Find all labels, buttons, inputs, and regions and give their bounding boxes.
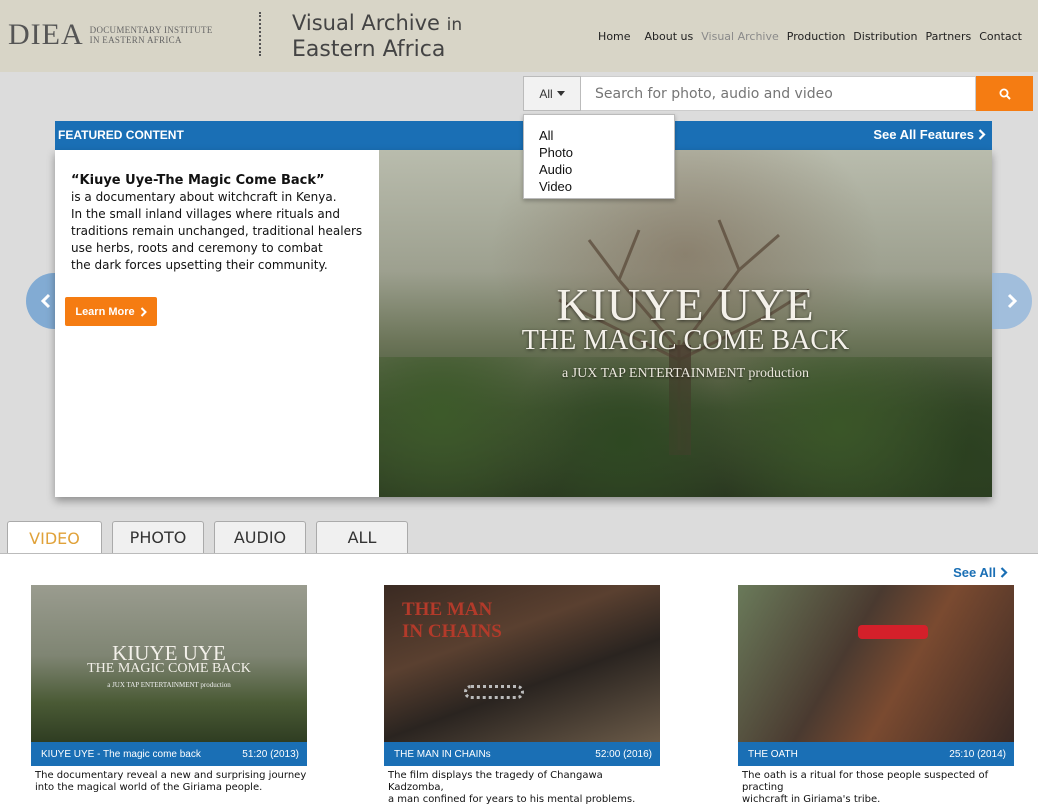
search-input[interactable]: [581, 76, 976, 111]
video-meta: 51:20 (2013): [242, 748, 299, 760]
logo-subtitle: DOCUMENTARY INSTITUTE IN EASTERN AFRICA: [90, 25, 213, 45]
featured-line-3: traditions remain unchanged, traditional…: [71, 224, 363, 238]
featured-section-title: FEATURED CONTENT: [58, 128, 184, 142]
tab-all[interactable]: ALL: [316, 521, 408, 553]
site-title-line1: Visual Archive: [292, 11, 440, 35]
featured-line-1: is a documentary about witchcraft in Ken…: [71, 190, 337, 204]
scope-option-photo[interactable]: Photo: [539, 144, 674, 161]
thumb-poster-credit: a JUX TAP ENTERTAINMENT production: [107, 681, 231, 689]
video-card[interactable]: THE MAN IN CHAINS THE MAN IN CHAINs 52:0…: [384, 585, 660, 805]
diea-logo[interactable]: DIEA DOCUMENTARY INSTITUTE IN EASTERN AF…: [8, 18, 213, 52]
video-title: THE MAN IN CHAINs: [394, 748, 491, 760]
carousel-next-button[interactable]: [992, 273, 1032, 329]
featured-line-4: use herbs, roots and ceremony to combat: [71, 241, 323, 255]
chevron-left-icon: [40, 293, 51, 309]
see-all-link[interactable]: See All: [953, 565, 1008, 580]
thumb-poster-line1: THE MAN: [402, 599, 493, 620]
site-title-line2: Eastern Africa: [292, 37, 446, 62]
nav-home[interactable]: Home: [598, 30, 630, 43]
video-desc-line1: The film displays the tragedy of Changaw…: [388, 770, 603, 793]
video-description: The film displays the tragedy of Changaw…: [384, 770, 660, 805]
thumb-poster-line2: IN CHAINS: [402, 621, 502, 642]
video-caption-bar: KIUYE UYE - The magic come back 51:20 (2…: [31, 742, 307, 766]
blindfold-graphic: [858, 625, 928, 639]
see-all-features-label: See All Features: [873, 127, 974, 142]
thumb-poster-title: THE MAN IN CHAINS: [402, 599, 502, 643]
see-all-label: See All: [953, 565, 996, 580]
poster-subtitle: THE MAGIC COME BACK: [521, 325, 850, 356]
video-card[interactable]: KIUYE UYE THE MAGIC COME BACK a JUX TAP …: [31, 585, 307, 794]
poster-credit: a JUX TAP ENTERTAINMENT production: [561, 366, 810, 381]
learn-more-label: Learn More: [75, 305, 135, 318]
search-scope-select[interactable]: All: [523, 76, 581, 111]
poster-title: KIUYE UYE: [556, 279, 815, 330]
video-title: THE OATH: [748, 748, 798, 760]
featured-line-5: the dark forces upsetting their communit…: [71, 258, 328, 272]
thumb-poster-subtitle: THE MAGIC COME BACK: [87, 661, 251, 676]
chain-graphic: [464, 685, 524, 699]
video-meta: 25:10 (2014): [949, 748, 1006, 760]
chevron-right-icon: [978, 129, 986, 140]
scope-option-video[interactable]: Video: [539, 178, 674, 195]
featured-line-2: In the small inland villages where ritua…: [71, 207, 341, 221]
site-title-in: in: [446, 15, 463, 35]
scope-option-audio[interactable]: Audio: [539, 161, 674, 178]
see-all-features-link[interactable]: See All Features: [873, 127, 986, 142]
video-description: The documentary reveal a new and surpris…: [31, 770, 307, 794]
search-scope-dropdown: All Photo Audio Video: [523, 114, 675, 199]
caret-down-icon: [556, 91, 565, 96]
video-thumbnail[interactable]: THE MAN IN CHAINS: [384, 585, 660, 742]
video-meta: 52:00 (2016): [595, 748, 652, 760]
header-divider: [259, 12, 261, 56]
video-card[interactable]: THE OATH 25:10 (2014) The oath is a ritu…: [738, 585, 1014, 805]
main-nav: Home About us Visual Archive Production …: [598, 30, 1022, 43]
search-bar: All: [523, 76, 1033, 111]
logo-mark: DIEA: [8, 18, 84, 51]
featured-poster-image[interactable]: KIUYE UYE THE MAGIC COME BACK a JUX TAP …: [379, 150, 992, 497]
chevron-right-icon: [1000, 567, 1008, 578]
nav-partners[interactable]: Partners: [925, 30, 971, 43]
featured-title: “Kiuye Uye-The Magic Come Back”: [71, 173, 325, 188]
video-desc-line1: The oath is a ritual for those people su…: [742, 770, 989, 793]
scope-option-all[interactable]: All: [539, 127, 674, 144]
search-icon: [999, 88, 1011, 100]
video-desc-line2: wichcraft in Giriama's tribe.: [742, 794, 881, 805]
nav-distribution[interactable]: Distribution: [853, 30, 917, 43]
nav-production[interactable]: Production: [787, 30, 846, 43]
video-thumbnail[interactable]: KIUYE UYE THE MAGIC COME BACK a JUX TAP …: [31, 585, 307, 742]
video-desc-line2: a man confined for years to his mental p…: [388, 794, 636, 805]
featured-description: “Kiuye Uye-The Magic Come Back” is a doc…: [71, 172, 371, 274]
logo-sub-line2: IN EASTERN AFRICA: [89, 35, 182, 45]
video-thumbnail[interactable]: [738, 585, 1014, 742]
nav-visual-archive[interactable]: Visual Archive: [701, 30, 779, 43]
tab-video[interactable]: VIDEO: [7, 521, 102, 554]
video-caption-bar: THE MAN IN CHAINs 52:00 (2016): [384, 742, 660, 766]
tab-photo[interactable]: PHOTO: [112, 521, 204, 553]
video-desc-line2: into the magical world of the Giriama pe…: [35, 782, 263, 793]
media-tabs: VIDEO PHOTO AUDIO ALL: [7, 521, 408, 554]
media-content: See All KIUYE UYE THE MAGIC COME BACK a …: [0, 553, 1038, 805]
site-title: Visual Archive in Eastern Africa: [292, 11, 462, 62]
video-description: The oath is a ritual for those people su…: [738, 770, 1014, 805]
logo-sub-line1: DOCUMENTARY INSTITUTE: [89, 25, 213, 35]
video-caption-bar: THE OATH 25:10 (2014): [738, 742, 1014, 766]
chevron-right-icon: [1007, 293, 1018, 309]
nav-contact[interactable]: Contact: [979, 30, 1022, 43]
site-header: DIEA DOCUMENTARY INSTITUTE IN EASTERN AF…: [0, 0, 1038, 72]
learn-more-button[interactable]: Learn More: [65, 297, 157, 326]
search-button[interactable]: [976, 76, 1033, 111]
video-title: KIUYE UYE - The magic come back: [41, 748, 201, 760]
nav-about-us[interactable]: About us: [645, 30, 694, 43]
video-desc-line1: The documentary reveal a new and surpris…: [35, 770, 307, 781]
scope-selected-label: All: [539, 86, 553, 101]
chevron-right-icon: [140, 306, 147, 317]
tab-audio[interactable]: AUDIO: [214, 521, 306, 553]
featured-panel: “Kiuye Uye-The Magic Come Back” is a doc…: [55, 150, 992, 497]
